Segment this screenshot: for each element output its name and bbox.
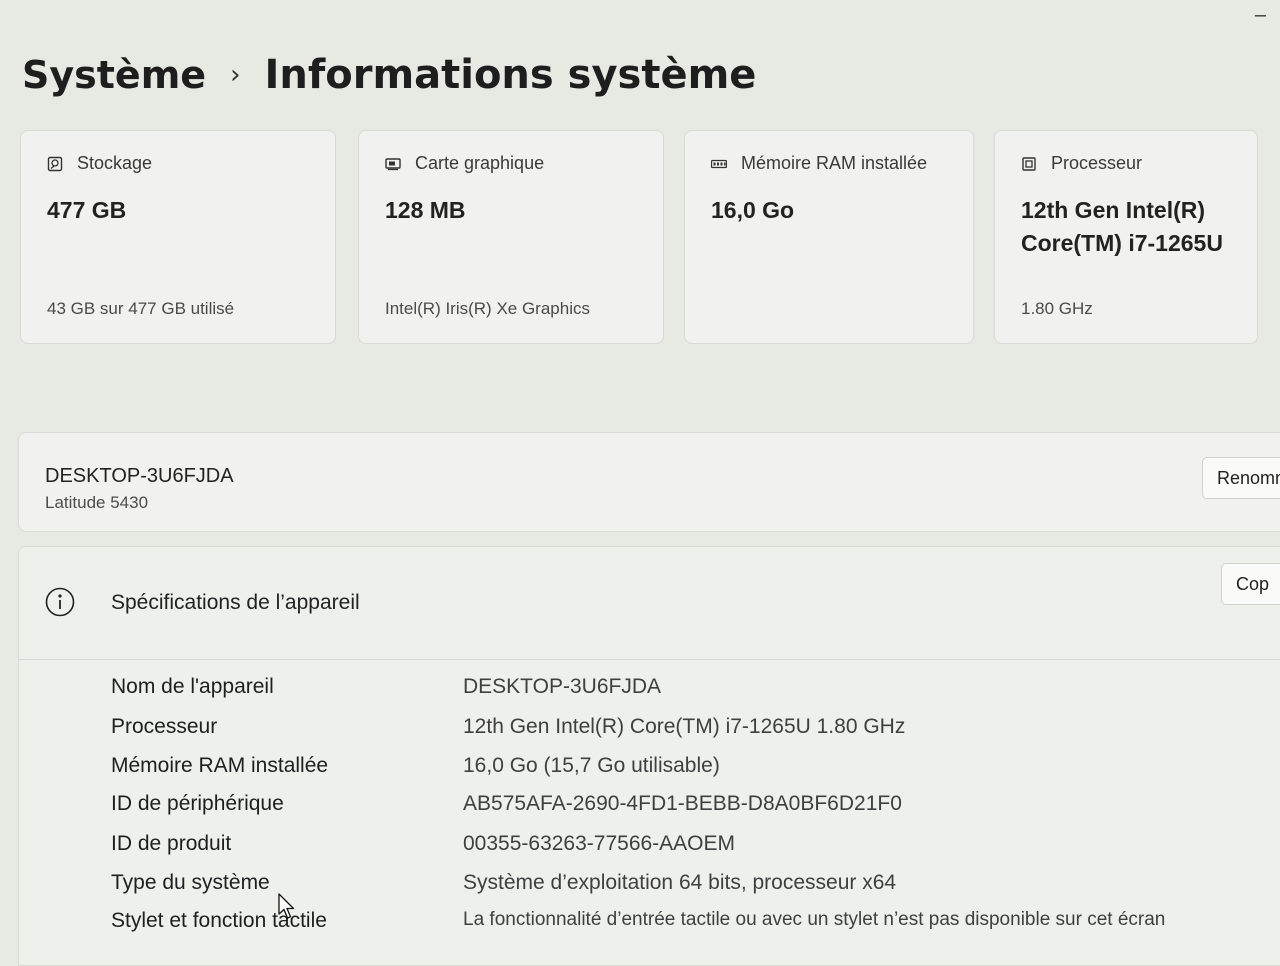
page-title: Informations système bbox=[264, 52, 757, 98]
spec-value: DESKTOP-3U6FJDA bbox=[463, 675, 661, 698]
spec-row-product-id: ID de produit 00355-63263-77566-AAOEM bbox=[111, 832, 1261, 868]
device-specs-panel: Spécifications de l’appareil Cop Nom de … bbox=[18, 546, 1280, 966]
processor-card-value-line2: Core(TM) i7-1265U bbox=[1021, 230, 1223, 257]
ram-card-title: Mémoire RAM installée bbox=[741, 153, 928, 173]
spec-value: AB575AFA-2690-4FD1-BEBB-D8A0BF6D21F0 bbox=[463, 792, 902, 815]
spec-row-device-name: Nom de l'appareil DESKTOP-3U6FJDA bbox=[111, 675, 1261, 711]
device-name: DESKTOP-3U6FJDA bbox=[45, 465, 234, 487]
rename-button[interactable]: Renomm bbox=[1202, 457, 1280, 499]
spec-label: ID de produit bbox=[111, 832, 232, 855]
spec-value: 12th Gen Intel(R) Core(TM) i7-1265U 1.80… bbox=[463, 715, 906, 738]
processor-card: Processeur 12th Gen Intel(R) Core(TM) i7… bbox=[994, 130, 1258, 344]
processor-card-title: Processeur bbox=[1051, 153, 1143, 173]
breadcrumb: Système › Informations système bbox=[22, 52, 756, 98]
spec-row-device-id: ID de périphérique AB575AFA-2690-4FD1-BE… bbox=[111, 792, 1261, 828]
spec-value: 16,0 Go (15,7 Go utilisable) bbox=[463, 754, 720, 777]
graphics-card-icon bbox=[385, 157, 401, 170]
storage-card: Stockage 477 GB 43 GB sur 477 GB utilisé bbox=[20, 130, 336, 344]
breadcrumb-separator-icon: › bbox=[230, 60, 241, 90]
spec-label: Type du système bbox=[111, 871, 270, 894]
spec-label: Nom de l'appareil bbox=[111, 675, 274, 698]
copy-button[interactable]: Cop bbox=[1221, 563, 1280, 605]
ram-icon bbox=[711, 159, 727, 168]
spec-value: 00355-63263-77566-AAOEM bbox=[463, 832, 736, 855]
storage-card-title: Stockage bbox=[77, 153, 153, 173]
storage-card-subtitle: 43 GB sur 477 GB utilisé bbox=[47, 299, 235, 318]
spec-row-ram: Mémoire RAM installée 16,0 Go (15,7 Go u… bbox=[111, 754, 1261, 790]
summary-cards: Stockage 477 GB 43 GB sur 477 GB utilisé… bbox=[20, 130, 1265, 348]
graphics-card-value: 128 MB bbox=[385, 197, 466, 223]
processor-icon bbox=[1022, 156, 1036, 171]
spec-value: La fonctionnalité d’entrée tactile ou av… bbox=[463, 909, 1166, 930]
spec-row-processor: Processeur 12th Gen Intel(R) Core(TM) i7… bbox=[111, 715, 1261, 751]
ram-card-value: 16,0 Go bbox=[711, 197, 795, 223]
spec-label: Processeur bbox=[111, 715, 218, 738]
mouse-cursor-icon bbox=[278, 893, 295, 919]
minimize-button[interactable]: – bbox=[1255, 4, 1266, 27]
storage-card-value: 477 GB bbox=[47, 197, 127, 223]
device-name-row: DESKTOP-3U6FJDA Latitude 5430 Renomm bbox=[18, 432, 1280, 532]
storage-icon bbox=[47, 156, 63, 171]
graphics-card-title: Carte graphique bbox=[415, 153, 545, 173]
device-specs-header[interactable]: Spécifications de l’appareil Cop bbox=[19, 547, 1280, 660]
processor-card-subtitle: 1.80 GHz bbox=[1021, 299, 1093, 318]
spec-value: Système d’exploitation 64 bits, processe… bbox=[463, 871, 897, 894]
device-model: Latitude 5430 bbox=[45, 493, 149, 512]
processor-card-value-line1: 12th Gen Intel(R) bbox=[1021, 197, 1206, 223]
graphics-card-subtitle: Intel(R) Iris(R) Xe Graphics bbox=[385, 299, 590, 318]
spec-label: Mémoire RAM installée bbox=[111, 754, 329, 777]
info-icon bbox=[45, 587, 75, 617]
device-specs-title: Spécifications de l’appareil bbox=[111, 591, 360, 614]
graphics-card: Carte graphique 128 MB Intel(R) Iris(R) … bbox=[358, 130, 664, 344]
spec-label: ID de périphérique bbox=[111, 792, 284, 815]
breadcrumb-system-link[interactable]: Système bbox=[22, 53, 206, 97]
ram-card: Mémoire RAM installée 16,0 Go bbox=[684, 130, 974, 344]
